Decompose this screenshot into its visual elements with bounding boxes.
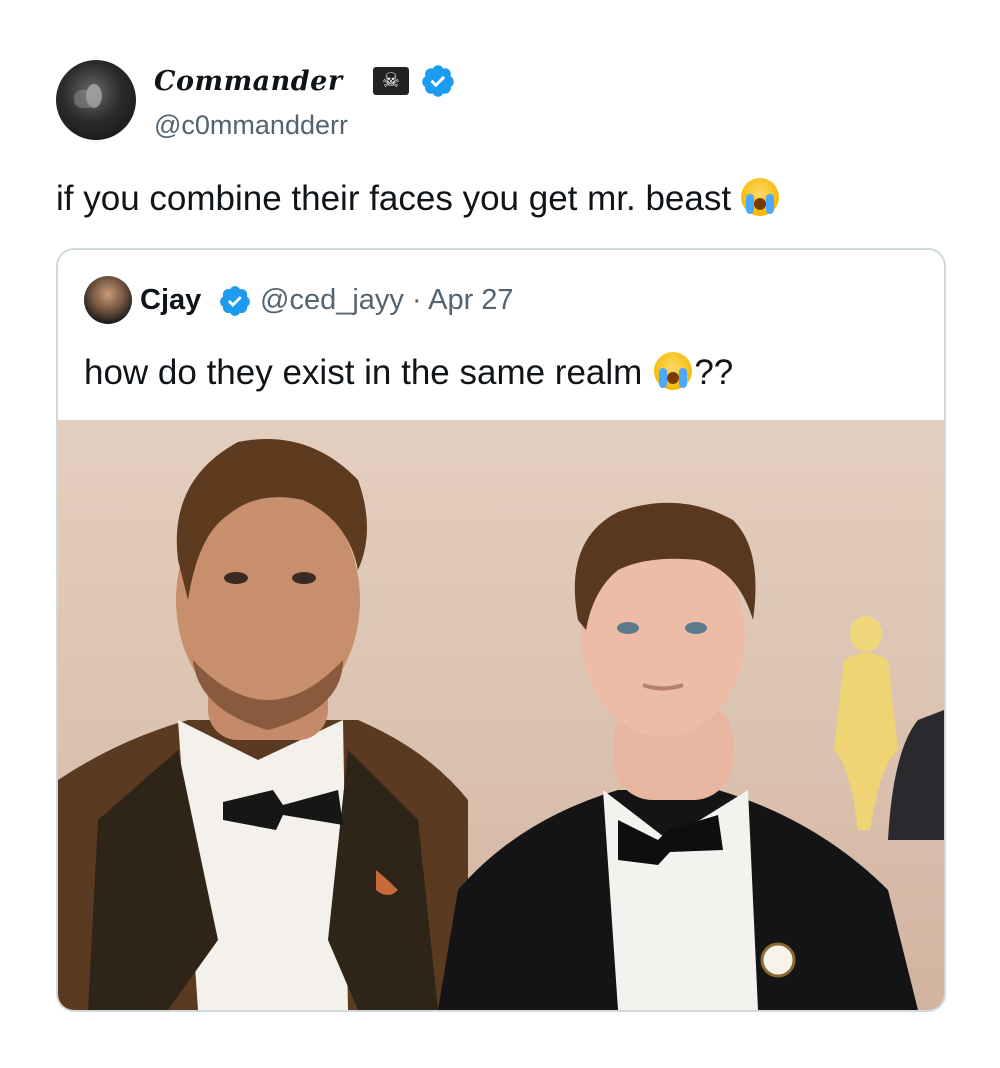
verified-badge-icon [422, 65, 454, 97]
author-avatar[interactable] [56, 60, 136, 140]
tweet-text-content: if you combine their faces you get mr. b… [56, 179, 732, 218]
quoted-date[interactable]: Apr 27 [428, 284, 513, 316]
quoted-author-handle[interactable]: @ced_jayy [260, 284, 404, 316]
quoted-tweet[interactable]: Cjay @ced_jayy · Apr 27 how do they exis… [56, 248, 946, 1012]
quoted-meta: @ced_jayy · Apr 27 [260, 280, 514, 320]
tweet-text: if you combine their faces you get mr. b… [56, 176, 780, 222]
quoted-tweet-photo[interactable] [58, 420, 944, 1010]
person-left [58, 439, 468, 1010]
quoted-author-avatar[interactable] [84, 276, 132, 324]
author-display-name[interactable]: Commander [154, 63, 343, 101]
verified-badge-icon [220, 286, 250, 316]
quoted-author-name[interactable]: Cjay [140, 280, 201, 320]
loudly-crying-face-icon [741, 178, 780, 216]
quoted-tweet-text: how do they exist in the same realm?? [84, 350, 733, 396]
statuette-shape [834, 616, 898, 830]
quoted-text-suffix: ?? [694, 353, 734, 392]
meta-separator: · [411, 284, 422, 316]
pirate-flag-icon: ☠ [373, 67, 409, 95]
loudly-crying-face-icon [654, 352, 693, 390]
author-handle[interactable]: @c0mmandderr [154, 108, 348, 142]
photo-illustration [58, 439, 944, 1010]
avatar-shape [74, 90, 96, 108]
quoted-text-content: how do they exist in the same realm [84, 353, 643, 392]
